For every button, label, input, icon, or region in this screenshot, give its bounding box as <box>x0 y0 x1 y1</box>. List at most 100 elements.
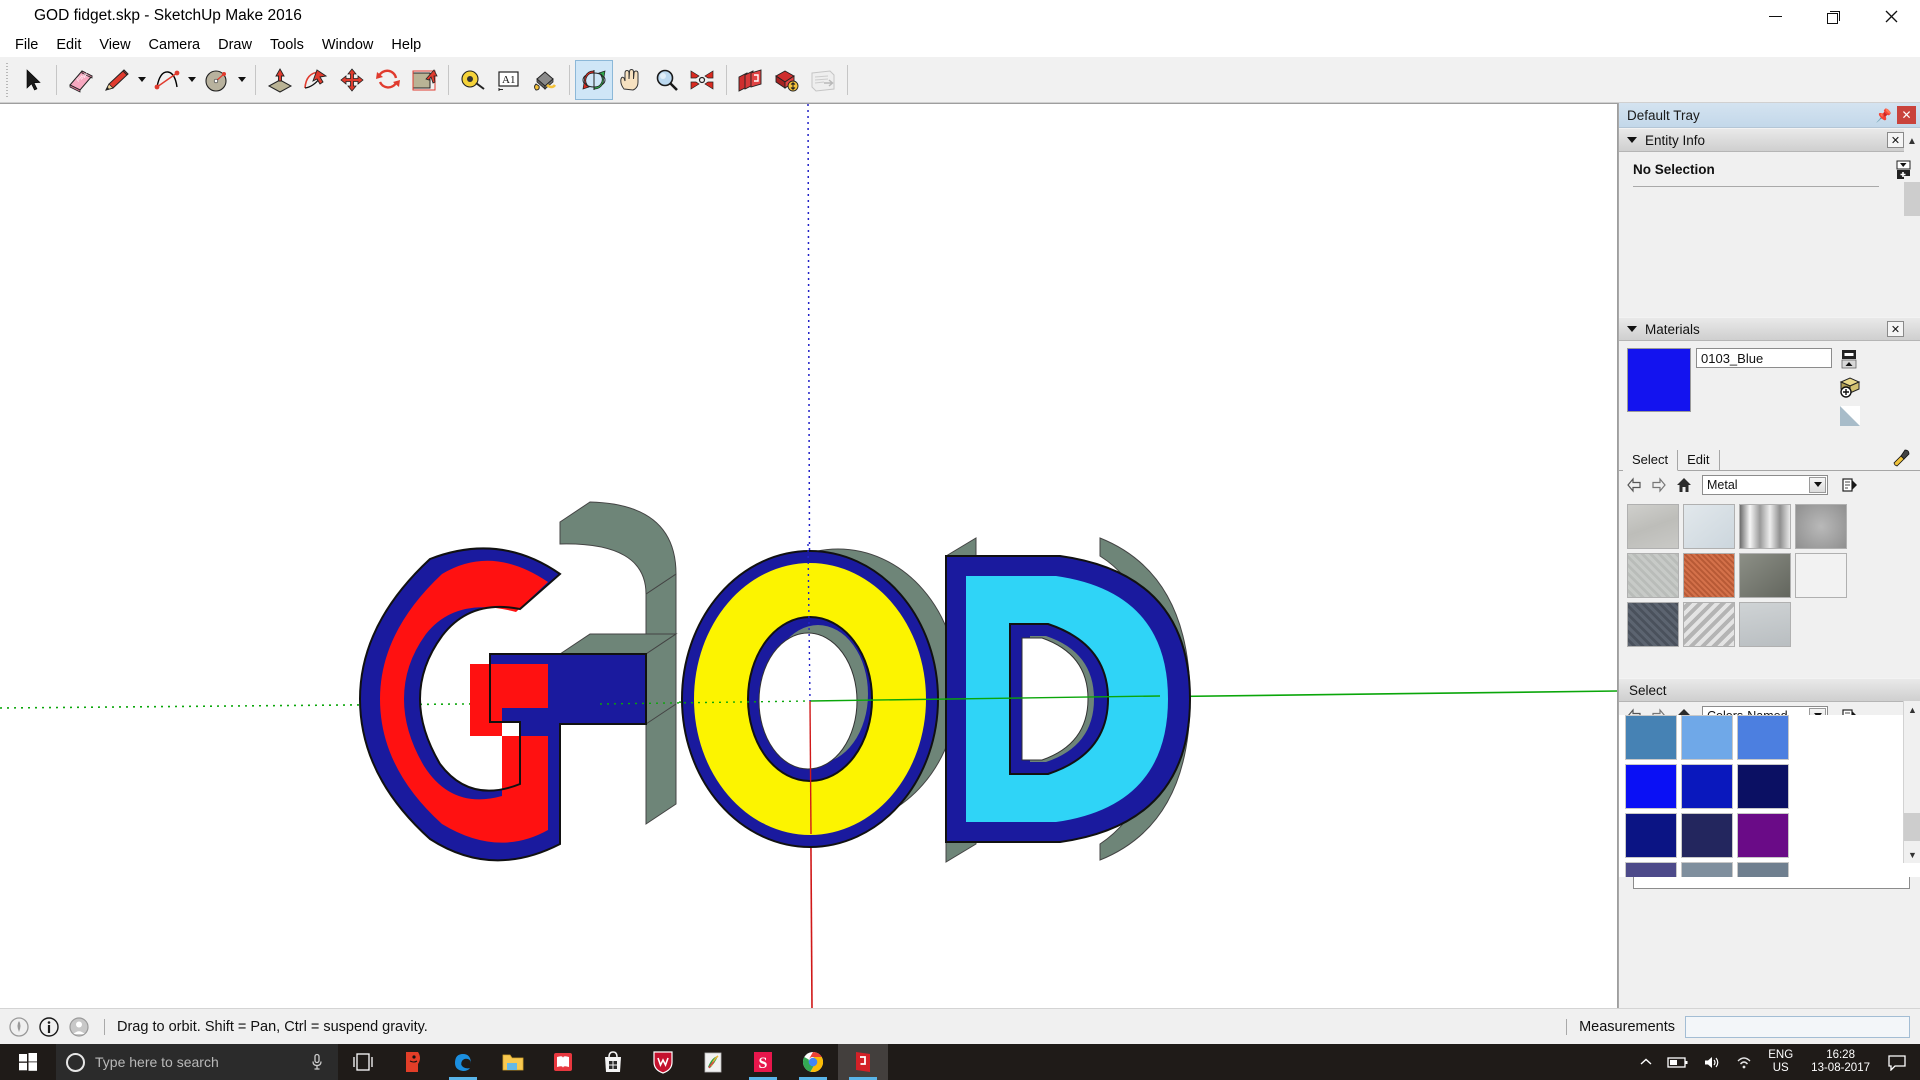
cortana-circle-icon[interactable] <box>66 1052 85 1072</box>
menu-view[interactable]: View <box>90 35 139 55</box>
eraser-tool[interactable]: PINK <box>63 61 99 99</box>
pin-icon[interactable]: 📌 <box>1876 108 1892 124</box>
menu-tools[interactable]: Tools <box>261 35 313 55</box>
material-swatch[interactable] <box>1627 553 1679 598</box>
color-swatch[interactable] <box>1625 715 1677 760</box>
material-name-input[interactable]: 0103_Blue <box>1696 348 1832 368</box>
language-indicator[interactable]: ENG US <box>1768 1049 1793 1075</box>
close-button[interactable] <box>1862 0 1920 33</box>
tray-close-button[interactable]: ✕ <box>1897 106 1916 124</box>
materials-close-button[interactable]: ✕ <box>1887 321 1904 337</box>
maximize-button[interactable] <box>1804 0 1862 33</box>
chevron-down-icon[interactable] <box>1809 476 1826 493</box>
chevron-down-icon[interactable]: ▼ <box>1904 846 1920 863</box>
chevron-up-icon[interactable]: ▲ <box>1904 701 1920 718</box>
minimize-button[interactable] <box>1746 0 1804 33</box>
tray-scrollbar[interactable] <box>1904 176 1920 336</box>
panel-header-colors[interactable]: Select <box>1619 678 1920 702</box>
wifi-icon[interactable] <box>1735 1055 1753 1070</box>
details-arrow-icon[interactable] <box>1841 476 1859 494</box>
model-viewport[interactable] <box>0 103 1618 1008</box>
taskbar-file-explorer[interactable] <box>488 1044 538 1080</box>
taskbar-reader[interactable] <box>538 1044 588 1080</box>
arrow-right-icon[interactable] <box>1650 476 1668 494</box>
model-canvas[interactable] <box>0 104 1618 1008</box>
account-icon[interactable] <box>68 1016 90 1038</box>
move-tool[interactable] <box>334 61 370 99</box>
zoom-tool[interactable] <box>648 61 684 99</box>
tray-scroll-up-icon[interactable]: ▲ <box>1904 129 1920 153</box>
clock[interactable]: 16:28 13-08-2017 <box>1811 1049 1870 1075</box>
share-model-button[interactable] <box>769 61 805 99</box>
color-swatch[interactable] <box>1625 862 1677 877</box>
3d-warehouse-button[interactable] <box>733 61 769 99</box>
color-swatch[interactable] <box>1737 862 1789 877</box>
material-swatch[interactable] <box>1739 553 1791 598</box>
menu-window[interactable]: Window <box>313 35 383 55</box>
menu-edit[interactable]: Edit <box>47 35 90 55</box>
scale-tool[interactable] <box>406 61 442 99</box>
task-view-button[interactable] <box>338 1044 388 1080</box>
arrow-left-icon[interactable] <box>1625 476 1643 494</box>
circle-tool[interactable] <box>199 61 235 99</box>
taskbar-chrome[interactable] <box>788 1044 838 1080</box>
color-swatch[interactable] <box>1625 813 1677 858</box>
zoom-extents-tool[interactable] <box>684 61 720 99</box>
paint-bucket-tool[interactable] <box>527 61 563 99</box>
taskbar-s-app[interactable]: S <box>738 1044 788 1080</box>
material-swatch[interactable] <box>1683 504 1735 549</box>
color-swatch[interactable] <box>1681 764 1733 809</box>
material-swatch[interactable] <box>1683 553 1735 598</box>
orbit-tool[interactable] <box>575 59 613 100</box>
pan-tool[interactable] <box>612 61 648 99</box>
rotate-tool[interactable] <box>370 61 406 99</box>
taskbar-sketchup[interactable] <box>838 1044 888 1080</box>
measurements-input[interactable] <box>1685 1015 1910 1038</box>
arc-tool-dropdown[interactable] <box>185 61 199 99</box>
color-swatch[interactable] <box>1737 764 1789 809</box>
circle-tool-dropdown[interactable] <box>235 61 249 99</box>
chevron-up-icon[interactable] <box>1639 1056 1653 1068</box>
menu-file[interactable]: File <box>6 35 47 55</box>
current-material-swatch[interactable] <box>1627 348 1691 412</box>
taskbar-edge[interactable] <box>438 1044 488 1080</box>
line-tool-dropdown[interactable] <box>135 61 149 99</box>
menu-help[interactable]: Help <box>382 35 430 55</box>
toolbar-grip[interactable] <box>3 62 11 97</box>
scrollbar-thumb[interactable] <box>1904 813 1920 841</box>
tab-edit[interactable]: Edit <box>1678 450 1720 470</box>
battery-icon[interactable] <box>1667 1056 1689 1069</box>
color-swatch[interactable] <box>1681 862 1733 877</box>
tab-select[interactable]: Select <box>1623 450 1679 471</box>
taskbar-store[interactable] <box>588 1044 638 1080</box>
taskbar-mcafee[interactable] <box>638 1044 688 1080</box>
followme-tool[interactable] <box>298 61 334 99</box>
tape-measure-tool[interactable] <box>455 61 491 99</box>
material-swatch[interactable] <box>1739 602 1791 647</box>
material-swatch[interactable] <box>1627 602 1679 647</box>
microphone-icon[interactable] <box>310 1053 324 1076</box>
create-material-icon[interactable] <box>1838 377 1862 403</box>
select-arrow-tool[interactable] <box>14 61 50 99</box>
material-swatch[interactable] <box>1683 602 1735 647</box>
material-swatch[interactable] <box>1627 504 1679 549</box>
home-icon[interactable] <box>1675 476 1693 494</box>
material-library-select[interactable]: Metal <box>1702 474 1828 495</box>
material-swatch[interactable] <box>1795 504 1847 549</box>
extension-warehouse-button[interactable] <box>805 61 841 99</box>
arc-tool[interactable] <box>149 61 185 99</box>
display-secondary-icon[interactable] <box>1838 350 1860 374</box>
pushpull-tool[interactable] <box>262 61 298 99</box>
taskbar-app-red[interactable] <box>388 1044 438 1080</box>
search-box[interactable]: Type here to search <box>56 1044 338 1080</box>
geo-location-icon[interactable] <box>8 1016 30 1038</box>
entity-info-close-button[interactable]: ✕ <box>1887 132 1904 148</box>
color-swatch[interactable] <box>1737 813 1789 858</box>
menu-draw[interactable]: Draw <box>209 35 261 55</box>
windows-start-icon[interactable] <box>0 1044 56 1080</box>
line-tool[interactable] <box>99 61 135 99</box>
text-tool[interactable]: A1 <box>491 61 527 99</box>
color-swatch[interactable] <box>1625 764 1677 809</box>
panel-header-materials[interactable]: Materials ✕ <box>1619 317 1920 341</box>
colors-scrollbar[interactable]: ▲ ▼ <box>1903 701 1920 863</box>
